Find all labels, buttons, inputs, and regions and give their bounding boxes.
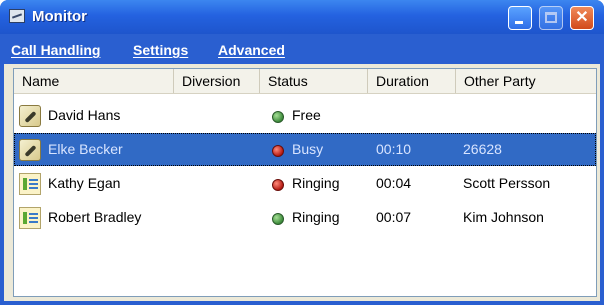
monitor-window: Monitor ✕ Call Handling Settings Advance… — [0, 0, 604, 305]
queue-icon — [19, 173, 41, 195]
column-header-duration[interactable]: Duration — [368, 69, 456, 93]
title-bar[interactable]: Monitor ✕ — [0, 0, 604, 34]
menu-settings[interactable]: Settings — [133, 42, 188, 58]
table-row[interactable]: Robert Bradley Ringing 00:07 Kim Johnson — [14, 201, 596, 234]
status-green-icon — [272, 213, 284, 225]
minimize-button[interactable] — [508, 6, 532, 30]
row-status: Free — [292, 107, 321, 123]
phone-icon — [19, 105, 41, 127]
menu-bar: Call Handling Settings Advanced — [4, 34, 600, 64]
row-other-party: Kim Johnson — [463, 209, 544, 225]
row-name: Robert Bradley — [48, 209, 142, 225]
row-duration: 00:07 — [376, 209, 412, 225]
phone-icon — [19, 139, 41, 161]
row-name: Kathy Egan — [48, 175, 121, 191]
queue-icon — [19, 207, 41, 229]
monitor-list[interactable]: Name Diversion Status Duration Other Par… — [13, 68, 597, 297]
row-name: Elke Becker — [48, 141, 123, 157]
row-other-party: Scott Persson — [463, 175, 551, 191]
status-red-icon — [272, 179, 284, 191]
row-duration: 00:10 — [376, 141, 412, 157]
menu-call-handling[interactable]: Call Handling — [11, 42, 100, 58]
window-title: Monitor — [32, 8, 87, 25]
table-row[interactable]: David Hans Free — [14, 99, 596, 132]
column-header-name[interactable]: Name — [14, 69, 174, 93]
menu-advanced[interactable]: Advanced — [218, 42, 285, 58]
column-header-diversion[interactable]: Diversion — [174, 69, 260, 93]
client-area: Name Diversion Status Duration Other Par… — [4, 64, 600, 301]
status-green-icon — [272, 111, 284, 123]
table-row[interactable]: Kathy Egan Ringing 00:04 Scott Persson — [14, 167, 596, 200]
close-icon: ✕ — [575, 9, 589, 26]
monitor-app-icon[interactable] — [9, 9, 25, 23]
maximize-button[interactable] — [539, 6, 563, 30]
row-name: David Hans — [48, 107, 121, 123]
table-row-selected[interactable]: Elke Becker Busy 00:10 26628 — [14, 133, 596, 166]
row-status: Busy — [292, 141, 324, 157]
list-header: Name Diversion Status Duration Other Par… — [14, 69, 596, 94]
row-other-party: 26628 — [463, 141, 502, 157]
column-header-status[interactable]: Status — [260, 69, 368, 93]
status-red-icon — [272, 145, 284, 157]
close-button[interactable]: ✕ — [570, 6, 594, 30]
column-header-other-party[interactable]: Other Party — [456, 69, 596, 93]
row-status: Ringing — [292, 175, 340, 191]
row-status: Ringing — [292, 209, 340, 225]
row-duration: 00:04 — [376, 175, 412, 191]
